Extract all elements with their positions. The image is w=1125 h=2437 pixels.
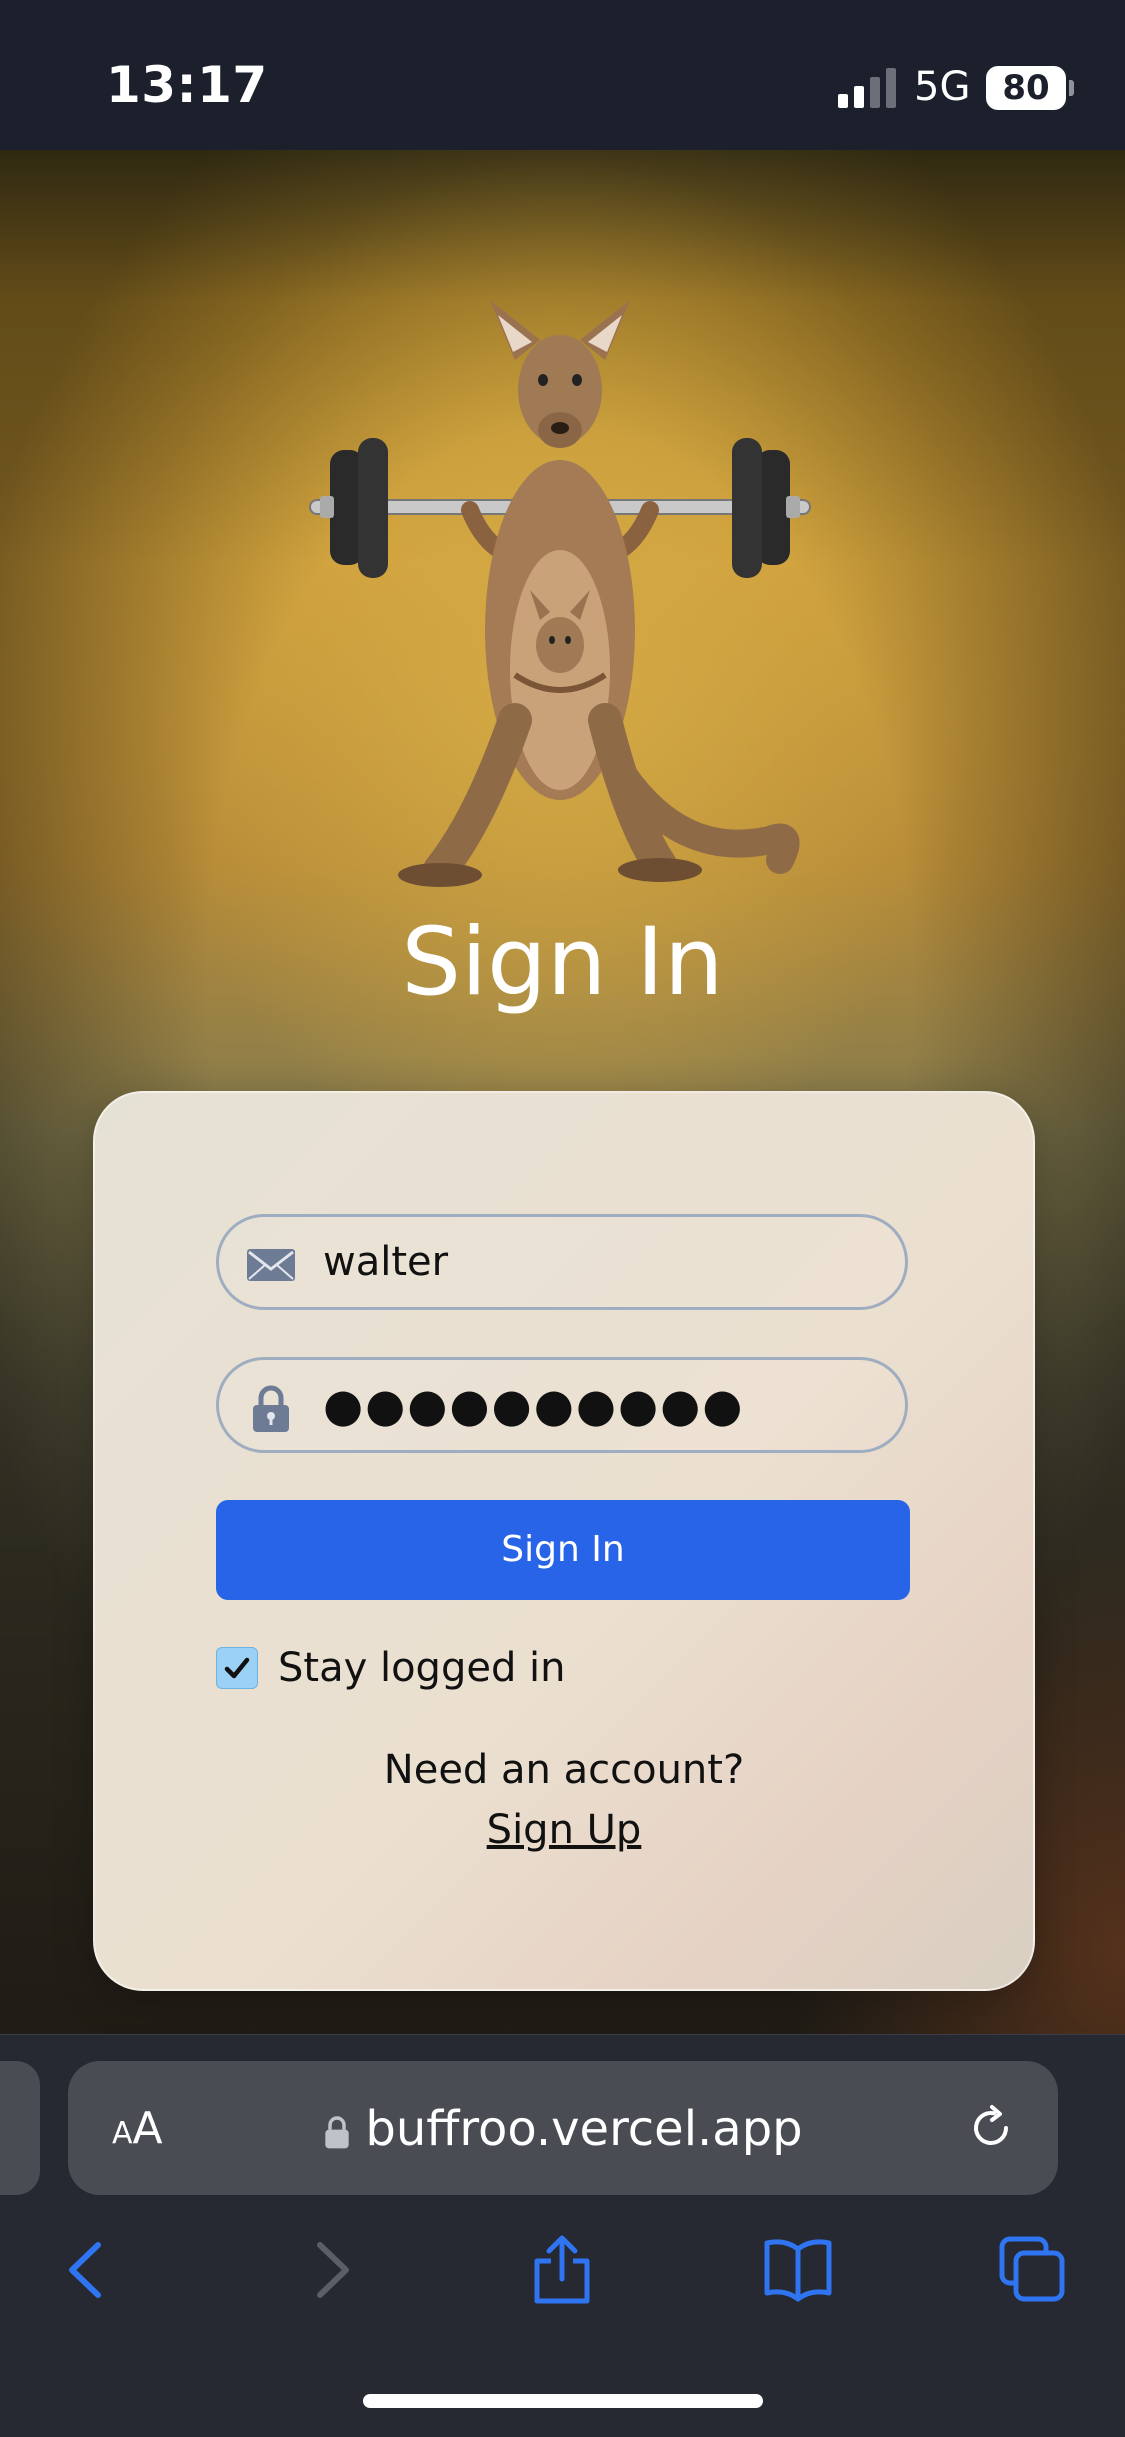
- stay-logged-in-label: Stay logged in: [278, 1645, 566, 1691]
- browser-toolbar: AA buffroo.vercel.app: [0, 2034, 1125, 2437]
- url-display[interactable]: buffroo.vercel.app: [68, 2101, 1058, 2157]
- sign-up-link[interactable]: Sign Up: [95, 1807, 1033, 1853]
- battery-indicator: 80: [986, 66, 1074, 110]
- back-icon[interactable]: [52, 2235, 122, 2305]
- stay-logged-in-checkbox[interactable]: [216, 1647, 258, 1689]
- password-field[interactable]: ●●●●●●●●●●: [216, 1357, 908, 1453]
- sign-in-button[interactable]: Sign In: [216, 1500, 910, 1600]
- share-icon[interactable]: [527, 2235, 597, 2305]
- lock-icon: [253, 1385, 289, 1432]
- url-text: buffroo.vercel.app: [365, 2101, 803, 2157]
- need-account-text: Need an account?: [383, 1747, 745, 1793]
- lock-icon: [325, 2116, 350, 2149]
- bookmarks-icon[interactable]: [763, 2235, 833, 2305]
- tabs-icon[interactable]: [998, 2235, 1068, 2305]
- checkmark-icon: [224, 1657, 250, 1679]
- forward-icon: [317, 2242, 349, 2298]
- web-page: Sign In walter ●●●●●●●●●● Sign In Stay l…: [0, 150, 1125, 2034]
- username-value: walter: [323, 1239, 449, 1285]
- status-bar: 13:17 5G 80: [0, 0, 1125, 150]
- previous-tab-peek[interactable]: [0, 2061, 40, 2195]
- home-indicator[interactable]: [363, 2394, 763, 2408]
- cellular-signal-icon: [838, 68, 896, 108]
- status-time: 13:17: [106, 56, 268, 114]
- password-value: ●●●●●●●●●●: [323, 1378, 745, 1432]
- sign-in-card: walter ●●●●●●●●●● Sign In Stay logged in…: [93, 1091, 1035, 1991]
- username-field[interactable]: walter: [216, 1214, 908, 1310]
- address-bar[interactable]: AA buffroo.vercel.app: [68, 2061, 1058, 2195]
- reload-icon[interactable]: [964, 2101, 1018, 2155]
- kangaroo-weightlifting-image: [309, 300, 811, 887]
- network-type: 5G: [914, 64, 971, 110]
- page-title: Sign In: [401, 908, 724, 1017]
- envelope-icon: [247, 1249, 295, 1281]
